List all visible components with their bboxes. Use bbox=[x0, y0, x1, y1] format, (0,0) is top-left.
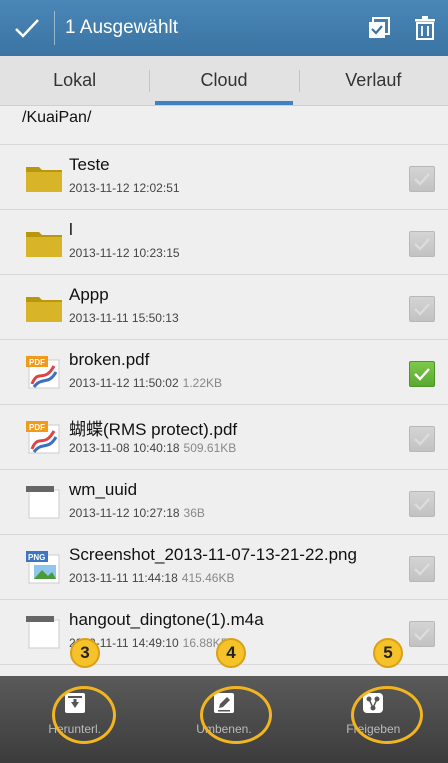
step-badge-3: 3 bbox=[70, 638, 100, 668]
checkmark-icon bbox=[414, 563, 430, 576]
file-row[interactable]: wm_uuid 2013-11-12 10:27:18 36B bbox=[0, 470, 448, 535]
tab-cloud[interactable]: Cloud bbox=[149, 56, 298, 105]
file-name: wm_uuid bbox=[69, 480, 138, 499]
pdf-file-icon: PDF bbox=[24, 354, 64, 390]
file-date: 2013-11-08 10:40:18 bbox=[69, 441, 180, 455]
select-checkbox[interactable] bbox=[409, 166, 435, 192]
checkmark-icon bbox=[414, 303, 430, 316]
tab-lokal[interactable]: Lokal bbox=[0, 56, 149, 105]
file-meta: 2013-11-11 15:50:13 bbox=[69, 311, 179, 325]
action-bar: 1 Ausgewählt bbox=[0, 0, 448, 56]
file-date: 2013-11-12 12:02:51 bbox=[69, 181, 180, 195]
select-checkbox[interactable] bbox=[409, 621, 435, 647]
select-checkbox[interactable] bbox=[409, 296, 435, 322]
checkmark-icon bbox=[414, 433, 430, 446]
file-date: 2013-11-12 10:23:15 bbox=[69, 246, 180, 260]
svg-text:PDF: PDF bbox=[29, 358, 45, 367]
file-name: broken.pdf bbox=[69, 350, 150, 369]
file-row[interactable]: PNG Screenshot_2013-11-07-13-21-22.png 201… bbox=[0, 535, 448, 600]
selection-count-title: 1 Ausgewählt bbox=[65, 17, 179, 38]
file-name: Screenshot_2013-11-07-13-21-22.png bbox=[69, 545, 357, 564]
file-size: 509.61KB bbox=[183, 441, 237, 455]
breadcrumb: /KuaiPan/ bbox=[0, 106, 448, 130]
select-all-button[interactable] bbox=[356, 0, 402, 56]
file-meta: 2013-11-12 10:23:15 bbox=[69, 246, 180, 260]
generic-file-icon bbox=[24, 484, 64, 520]
checkmark-icon bbox=[15, 19, 39, 38]
folder-row[interactable]: l 2013-11-12 10:23:15 bbox=[0, 210, 448, 275]
step-badge-4: 4 bbox=[216, 638, 246, 668]
file-size: 36B bbox=[183, 506, 205, 520]
highlight-ring-rename bbox=[200, 686, 272, 744]
done-button[interactable] bbox=[0, 0, 54, 56]
file-row[interactable]: PDF 蝴蝶(RMS protect).pdf 2013-11-08 10:40:1… bbox=[0, 405, 448, 470]
file-date: 2013-11-11 15:50:13 bbox=[69, 311, 179, 325]
checkmark-icon bbox=[414, 238, 430, 251]
file-row[interactable]: PDF broken.pdf 2013-11-12 11:50:02 1.22KB bbox=[0, 340, 448, 405]
step-badge-5: 5 bbox=[373, 638, 403, 668]
folder-row[interactable]: Appp 2013-11-11 15:50:13 bbox=[0, 275, 448, 340]
file-name: Teste bbox=[69, 155, 110, 174]
folder-row[interactable]: Teste 2013-11-12 12:02:51 bbox=[0, 145, 448, 210]
delete-button[interactable] bbox=[402, 0, 448, 56]
tab-bar: Lokal Cloud Verlauf bbox=[0, 56, 448, 106]
select-checkbox[interactable] bbox=[409, 491, 435, 517]
file-list[interactable]: 2013-11-11 13:56:20Teste2013-11-12 12:02… bbox=[0, 106, 448, 676]
highlight-ring-share bbox=[351, 686, 423, 744]
select-all-icon bbox=[369, 17, 390, 38]
generic-file-icon bbox=[24, 614, 64, 650]
file-name: Appp bbox=[69, 285, 109, 304]
checkmark-icon bbox=[414, 628, 430, 641]
file-size: 1.22KB bbox=[182, 376, 223, 390]
select-checkbox[interactable] bbox=[409, 361, 435, 387]
checkmark-icon bbox=[414, 498, 430, 511]
png-image-icon: PNG bbox=[24, 549, 64, 585]
select-checkbox[interactable] bbox=[409, 426, 435, 452]
pdf-file-icon: PDF bbox=[24, 419, 64, 455]
highlight-ring-download bbox=[52, 686, 116, 744]
checkmark-icon bbox=[414, 368, 430, 381]
folder-icon bbox=[24, 289, 64, 325]
file-name: 蝴蝶(RMS protect).pdf bbox=[69, 420, 238, 439]
checkmark-icon bbox=[414, 173, 430, 186]
file-meta: 2013-11-12 11:50:02 1.22KB bbox=[69, 376, 222, 390]
select-checkbox[interactable] bbox=[409, 231, 435, 257]
file-name: hangout_dingtone(1).m4a bbox=[69, 610, 264, 629]
folder-icon bbox=[24, 159, 64, 195]
file-meta: 2013-11-12 12:02:51 bbox=[69, 181, 180, 195]
tab-verlauf[interactable]: Verlauf bbox=[298, 56, 448, 105]
file-date: 2013-11-12 11:50:02 bbox=[69, 376, 179, 390]
folder-icon bbox=[24, 224, 64, 260]
trash-icon bbox=[415, 16, 435, 40]
file-date: 2013-11-12 10:27:18 bbox=[69, 506, 180, 520]
file-meta: 2013-11-08 10:40:18 509.61KB bbox=[69, 441, 236, 455]
file-meta: 2013-11-11 11:44:18 415.46KB bbox=[69, 571, 234, 585]
svg-text:PNG: PNG bbox=[28, 553, 45, 562]
file-date: 2013-11-11 11:44:18 bbox=[69, 571, 178, 585]
file-name: l bbox=[69, 220, 73, 239]
file-meta: 2013-11-12 10:27:18 36B bbox=[69, 506, 205, 520]
svg-text:PDF: PDF bbox=[29, 423, 45, 432]
file-size: 415.46KB bbox=[181, 571, 235, 585]
select-checkbox[interactable] bbox=[409, 556, 435, 582]
